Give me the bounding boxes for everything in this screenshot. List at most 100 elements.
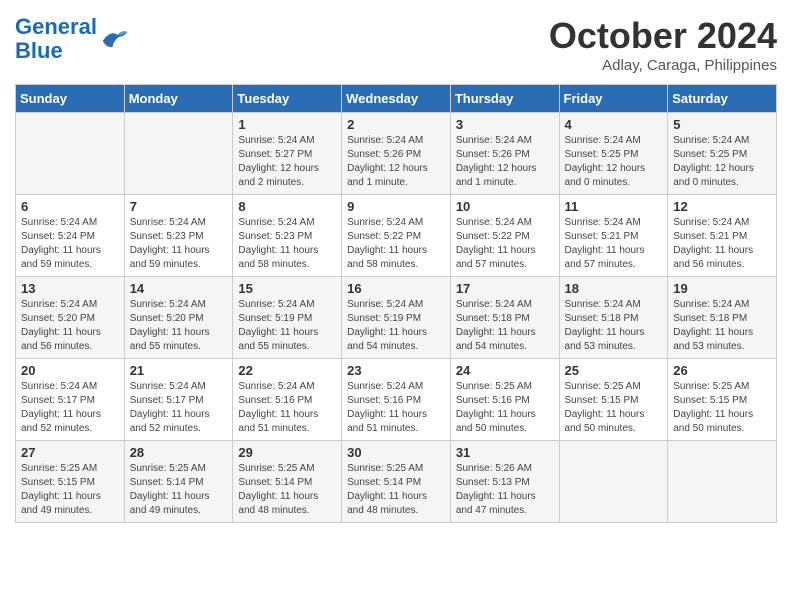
calendar-cell: 21Sunrise: 5:24 AM Sunset: 5:17 PM Dayli… <box>124 359 233 441</box>
header-row: SundayMondayTuesdayWednesdayThursdayFrid… <box>16 85 777 113</box>
day-number: 28 <box>130 445 228 460</box>
day-info: Sunrise: 5:24 AM Sunset: 5:22 PM Dayligh… <box>456 216 554 272</box>
calendar-cell: 3 Sunrise: 5:24 AM Sunset: 5:26 PM Daylig… <box>450 113 559 195</box>
day-number: 27 <box>21 445 119 460</box>
calendar-cell <box>559 441 668 523</box>
calendar-cell: 31 Sunrise: 5:26 AM Sunset: 5:13 PM Dayli… <box>450 441 559 523</box>
day-number: 21 <box>130 363 228 378</box>
day-info: Sunrise: 5:25 AM Sunset: 5:14 PM Dayligh… <box>347 462 445 518</box>
day-number: 11 <box>565 199 663 214</box>
day-info: Sunrise: 5:25 AM Sunset: 5:14 PM Dayligh… <box>238 462 336 518</box>
day-info: Sunrise: 5:24 AM Sunset: 5:19 PM Dayligh… <box>347 298 445 354</box>
calendar-cell: 29 Sunrise: 5:25 AM Sunset: 5:14 PM Dayli… <box>233 441 342 523</box>
day-number: 18 <box>565 281 663 296</box>
day-number: 8 <box>238 199 336 214</box>
day-number: 15 <box>238 281 336 296</box>
day-number: 29 <box>238 445 336 460</box>
calendar-cell: 27 Sunrise: 5:25 AM Sunset: 5:15 PM Dayli… <box>16 441 125 523</box>
calendar-cell: 4Sunrise: 5:24 AM Sunset: 5:25 PM Daylig… <box>559 113 668 195</box>
header-cell-thursday: Thursday <box>450 85 559 113</box>
header-cell-wednesday: Wednesday <box>342 85 451 113</box>
calendar-cell: 16 Sunrise: 5:24 AM Sunset: 5:19 PM Dayli… <box>342 277 451 359</box>
day-info: Sunrise: 5:24 AM Sunset: 5:24 PM Dayligh… <box>21 216 119 272</box>
location: Adlay, Caraga, Philippines <box>549 57 777 74</box>
day-number: 14 <box>130 281 228 296</box>
day-info: Sunrise: 5:24 AM Sunset: 5:18 PM Dayligh… <box>456 298 554 354</box>
calendar-cell: 14 Sunrise: 5:24 AM Sunset: 5:20 PM Dayli… <box>124 277 233 359</box>
day-info: Sunrise: 5:24 AM Sunset: 5:21 PM Dayligh… <box>565 216 663 272</box>
calendar-cell: 12 Sunrise: 5:24 AM Sunset: 5:21 PM Dayli… <box>668 195 777 277</box>
day-info: Sunrise: 5:24 AM Sunset: 5:26 PM Dayligh… <box>456 134 554 190</box>
calendar-cell: 15 Sunrise: 5:24 AM Sunset: 5:19 PM Dayli… <box>233 277 342 359</box>
day-info: Sunrise: 5:24 AM Sunset: 5:21 PM Dayligh… <box>673 216 771 272</box>
calendar-cell: 13Sunrise: 5:24 AM Sunset: 5:20 PM Dayli… <box>16 277 125 359</box>
day-info: Sunrise: 5:24 AM Sunset: 5:25 PM Dayligh… <box>565 134 663 190</box>
day-number: 7 <box>130 199 228 214</box>
day-number: 30 <box>347 445 445 460</box>
page-header: GeneralBlue October 2024 Adlay, Caraga, … <box>15 15 777 74</box>
calendar-cell: 19Sunrise: 5:24 AM Sunset: 5:18 PM Dayli… <box>668 277 777 359</box>
week-row-4: 20Sunrise: 5:24 AM Sunset: 5:17 PM Dayli… <box>16 359 777 441</box>
day-info: Sunrise: 5:24 AM Sunset: 5:23 PM Dayligh… <box>238 216 336 272</box>
day-number: 23 <box>347 363 445 378</box>
logo-text: GeneralBlue <box>15 15 97 63</box>
day-info: Sunrise: 5:26 AM Sunset: 5:13 PM Dayligh… <box>456 462 554 518</box>
day-info: Sunrise: 5:24 AM Sunset: 5:19 PM Dayligh… <box>238 298 336 354</box>
header-cell-monday: Monday <box>124 85 233 113</box>
header-cell-tuesday: Tuesday <box>233 85 342 113</box>
calendar-cell: 10Sunrise: 5:24 AM Sunset: 5:22 PM Dayli… <box>450 195 559 277</box>
calendar-cell: 7Sunrise: 5:24 AM Sunset: 5:23 PM Daylig… <box>124 195 233 277</box>
day-number: 2 <box>347 117 445 132</box>
week-row-5: 27 Sunrise: 5:25 AM Sunset: 5:15 PM Dayli… <box>16 441 777 523</box>
month-title: October 2024 <box>549 15 777 57</box>
day-info: Sunrise: 5:24 AM Sunset: 5:20 PM Dayligh… <box>130 298 228 354</box>
calendar-cell <box>668 441 777 523</box>
day-number: 12 <box>673 199 771 214</box>
day-info: Sunrise: 5:24 AM Sunset: 5:18 PM Dayligh… <box>565 298 663 354</box>
calendar-cell: 25 Sunrise: 5:25 AM Sunset: 5:15 PM Dayli… <box>559 359 668 441</box>
day-info: Sunrise: 5:25 AM Sunset: 5:15 PM Dayligh… <box>21 462 119 518</box>
week-row-1: 1 Sunrise: 5:24 AM Sunset: 5:27 PM Daylig… <box>16 113 777 195</box>
day-number: 19 <box>673 281 771 296</box>
header-cell-saturday: Saturday <box>668 85 777 113</box>
day-info: Sunrise: 5:24 AM Sunset: 5:16 PM Dayligh… <box>347 380 445 436</box>
day-info: Sunrise: 5:24 AM Sunset: 5:16 PM Dayligh… <box>238 380 336 436</box>
calendar-cell: 26 Sunrise: 5:25 AM Sunset: 5:15 PM Dayli… <box>668 359 777 441</box>
day-info: Sunrise: 5:25 AM Sunset: 5:14 PM Dayligh… <box>130 462 228 518</box>
day-info: Sunrise: 5:25 AM Sunset: 5:15 PM Dayligh… <box>565 380 663 436</box>
header-cell-friday: Friday <box>559 85 668 113</box>
calendar-cell: 20Sunrise: 5:24 AM Sunset: 5:17 PM Dayli… <box>16 359 125 441</box>
week-row-3: 13Sunrise: 5:24 AM Sunset: 5:20 PM Dayli… <box>16 277 777 359</box>
calendar-cell: 30 Sunrise: 5:25 AM Sunset: 5:14 PM Dayli… <box>342 441 451 523</box>
day-number: 3 <box>456 117 554 132</box>
day-number: 20 <box>21 363 119 378</box>
day-number: 5 <box>673 117 771 132</box>
calendar-cell: 6 Sunrise: 5:24 AM Sunset: 5:24 PM Daylig… <box>16 195 125 277</box>
day-number: 16 <box>347 281 445 296</box>
calendar-cell: 17 Sunrise: 5:24 AM Sunset: 5:18 PM Dayli… <box>450 277 559 359</box>
calendar-cell: 28 Sunrise: 5:25 AM Sunset: 5:14 PM Dayli… <box>124 441 233 523</box>
day-info: Sunrise: 5:24 AM Sunset: 5:25 PM Dayligh… <box>673 134 771 190</box>
day-info: Sunrise: 5:25 AM Sunset: 5:15 PM Dayligh… <box>673 380 771 436</box>
week-row-2: 6 Sunrise: 5:24 AM Sunset: 5:24 PM Daylig… <box>16 195 777 277</box>
day-info: Sunrise: 5:25 AM Sunset: 5:16 PM Dayligh… <box>456 380 554 436</box>
calendar-cell: 2Sunrise: 5:24 AM Sunset: 5:26 PM Daylig… <box>342 113 451 195</box>
day-number: 25 <box>565 363 663 378</box>
logo: GeneralBlue <box>15 15 129 63</box>
calendar-cell: 8 Sunrise: 5:24 AM Sunset: 5:23 PM Daylig… <box>233 195 342 277</box>
day-number: 24 <box>456 363 554 378</box>
day-info: Sunrise: 5:24 AM Sunset: 5:27 PM Dayligh… <box>238 134 336 190</box>
header-cell-sunday: Sunday <box>16 85 125 113</box>
day-number: 9 <box>347 199 445 214</box>
day-number: 31 <box>456 445 554 460</box>
calendar-cell: 24 Sunrise: 5:25 AM Sunset: 5:16 PM Dayli… <box>450 359 559 441</box>
calendar-cell: 22Sunrise: 5:24 AM Sunset: 5:16 PM Dayli… <box>233 359 342 441</box>
day-number: 6 <box>21 199 119 214</box>
day-number: 26 <box>673 363 771 378</box>
day-number: 1 <box>238 117 336 132</box>
calendar-cell: 9Sunrise: 5:24 AM Sunset: 5:22 PM Daylig… <box>342 195 451 277</box>
calendar-cell: 23 Sunrise: 5:24 AM Sunset: 5:16 PM Dayli… <box>342 359 451 441</box>
day-number: 17 <box>456 281 554 296</box>
calendar-cell: 1 Sunrise: 5:24 AM Sunset: 5:27 PM Daylig… <box>233 113 342 195</box>
logo-bird-icon <box>99 24 129 54</box>
